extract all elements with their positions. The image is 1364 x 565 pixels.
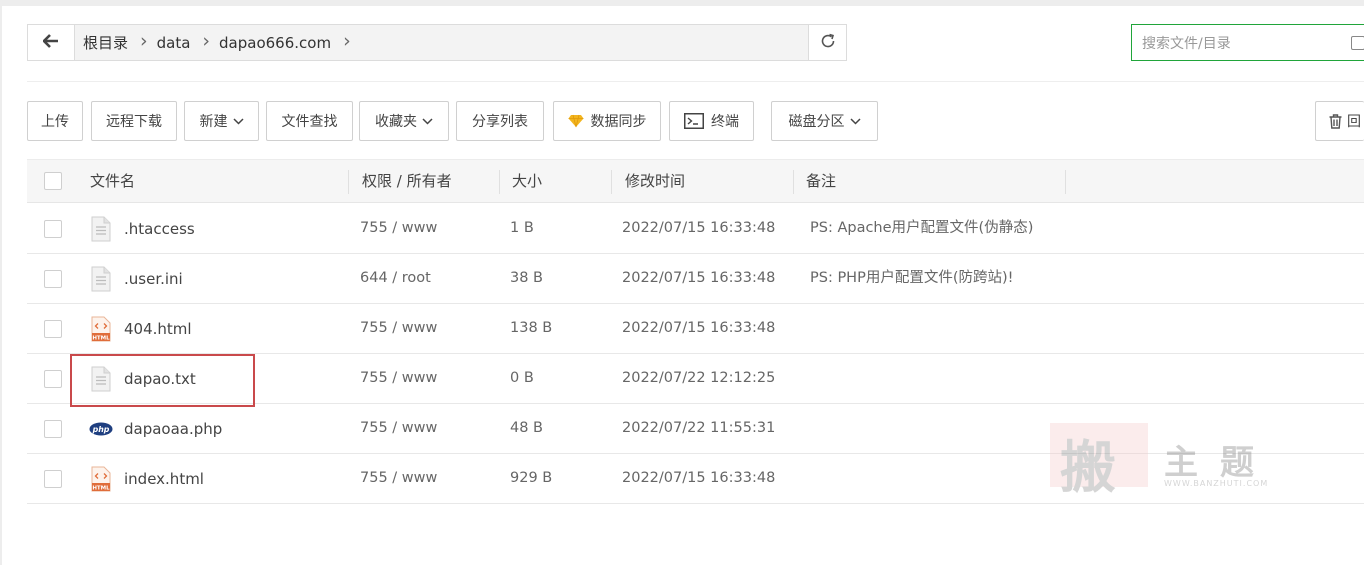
html-file-icon: HTML — [89, 465, 113, 493]
chevron-right-icon: › — [202, 30, 211, 52]
file-note[interactable]: PS: PHP用户配置文件(防跨站)! — [810, 254, 1013, 303]
file-size: 38 B — [510, 270, 544, 286]
svg-text:HTML: HTML — [92, 335, 110, 341]
file-mtime: 2022/07/15 16:33:48 — [622, 470, 776, 486]
file-name[interactable]: .user.ini — [124, 270, 183, 288]
file-mtime: 2022/07/15 16:33:48 — [622, 270, 776, 286]
watermark-char: 题 — [1220, 443, 1254, 483]
file-text-icon — [89, 265, 113, 293]
file-permission[interactable]: 644 / root — [360, 254, 431, 303]
window-left-edge — [0, 6, 2, 565]
file-mtime: 2022/07/15 16:33:48 — [622, 220, 776, 236]
watermark-char: 搬 — [1060, 435, 1116, 501]
file-mtime: 2022/07/22 12:12:25 — [622, 370, 776, 386]
favorites-button[interactable]: 收藏夹 — [359, 101, 449, 141]
trash-icon — [1329, 113, 1342, 129]
php-file-icon: php — [89, 415, 113, 443]
chevron-right-icon: › — [140, 30, 148, 52]
file-size: 138 B — [510, 320, 553, 336]
column-header-permission[interactable]: 权限 / 所有者 — [362, 160, 452, 202]
share-list-button[interactable]: 分享列表 — [456, 101, 544, 141]
file-text-icon — [89, 215, 113, 243]
table-row[interactable]: HTML 404.html 755 / www 138 B 2022/07/15… — [27, 304, 1364, 354]
file-permission[interactable]: 755 / www — [360, 204, 437, 253]
file-search-button[interactable]: 文件查找 — [266, 101, 353, 141]
column-header-note: 备注 — [806, 172, 837, 190]
disk-partition-button[interactable]: 磁盘分区 — [771, 101, 878, 141]
table-row[interactable]: .user.ini 644 / root 38 B 2022/07/15 16:… — [27, 254, 1364, 304]
breadcrumb: 根目录 › data › dapao666.com › — [74, 25, 351, 60]
chevron-right-icon: › — [343, 30, 351, 52]
column-header-name[interactable]: 文件名 — [90, 160, 135, 202]
breadcrumb-site[interactable]: dapao666.com — [210, 34, 331, 52]
data-sync-button[interactable]: 数据同步 — [553, 101, 661, 141]
file-size: 1 B — [510, 220, 534, 236]
column-divider — [611, 170, 612, 194]
file-mtime: 2022/07/22 11:55:31 — [622, 420, 776, 436]
chevron-down-icon — [232, 113, 244, 129]
divider — [27, 81, 1364, 82]
column-divider — [1065, 170, 1066, 194]
file-name[interactable]: dapaoaa.php — [124, 420, 222, 438]
column-header-mtime[interactable]: 修改时间 — [625, 160, 685, 202]
chevron-down-icon — [849, 113, 861, 129]
path-bar: 根目录 › data › dapao666.com › — [27, 24, 847, 61]
breadcrumb-data[interactable]: data — [148, 34, 191, 52]
search-subdir-checkbox[interactable] — [1351, 36, 1364, 50]
watermark-char: 主 — [1164, 443, 1198, 483]
table-row[interactable]: .htaccess 755 / www 1 B 2022/07/15 16:33… — [27, 204, 1364, 254]
file-permission[interactable]: 755 / www — [360, 404, 437, 453]
file-size: 929 B — [510, 470, 553, 486]
file-name[interactable]: 404.html — [124, 320, 192, 338]
column-divider — [793, 170, 794, 194]
table-header: 文件名 权限 / 所有者 大小 修改时间 备注 — [27, 159, 1364, 203]
watermark-logo: 搬 主 题 WWW.BANZHUTI.COM — [1050, 421, 1280, 501]
file-name[interactable]: .htaccess — [124, 220, 195, 238]
row-checkbox[interactable] — [44, 320, 62, 338]
file-name[interactable]: index.html — [124, 470, 204, 488]
terminal-icon — [684, 113, 704, 129]
row-checkbox[interactable] — [44, 470, 62, 488]
row-checkbox[interactable] — [44, 220, 62, 238]
row-checkbox[interactable] — [44, 420, 62, 438]
html-file-icon: HTML — [89, 315, 113, 343]
file-size: 0 B — [510, 370, 534, 386]
file-permission[interactable]: 755 / www — [360, 454, 437, 503]
upload-button[interactable]: 上传 — [27, 101, 83, 141]
breadcrumb-root[interactable]: 根目录 — [74, 32, 128, 53]
remote-download-button[interactable]: 远程下载 — [91, 101, 177, 141]
row-checkbox[interactable] — [44, 270, 62, 288]
terminal-button[interactable]: 终端 — [669, 101, 754, 141]
file-note[interactable]: PS: Apache用户配置文件(伪静态) — [810, 204, 1033, 253]
watermark-url: WWW.BANZHUTI.COM — [1164, 479, 1269, 488]
search-box — [1131, 24, 1364, 62]
arrow-left-icon — [42, 33, 59, 52]
svg-text:HTML: HTML — [92, 485, 110, 491]
refresh-icon — [820, 33, 836, 53]
column-divider — [499, 170, 500, 194]
file-permission[interactable]: 755 / www — [360, 304, 437, 353]
row-checkbox[interactable] — [44, 370, 62, 388]
diamond-icon — [568, 114, 584, 128]
refresh-button[interactable] — [808, 25, 846, 60]
search-input[interactable] — [1132, 25, 1344, 62]
highlight-annotation — [70, 354, 255, 407]
column-divider — [348, 170, 349, 194]
column-header-size[interactable]: 大小 — [512, 160, 542, 202]
recycle-bin-button[interactable]: 回 — [1315, 101, 1364, 141]
new-button[interactable]: 新建 — [184, 101, 259, 141]
file-mtime: 2022/07/15 16:33:48 — [622, 320, 776, 336]
chevron-down-icon — [422, 113, 433, 129]
window-top-edge — [0, 0, 1364, 6]
file-permission[interactable]: 755 / www — [360, 354, 437, 403]
file-size: 48 B — [510, 420, 544, 436]
select-all-checkbox[interactable] — [44, 172, 62, 190]
back-button[interactable] — [28, 25, 75, 60]
svg-text:php: php — [92, 424, 110, 433]
